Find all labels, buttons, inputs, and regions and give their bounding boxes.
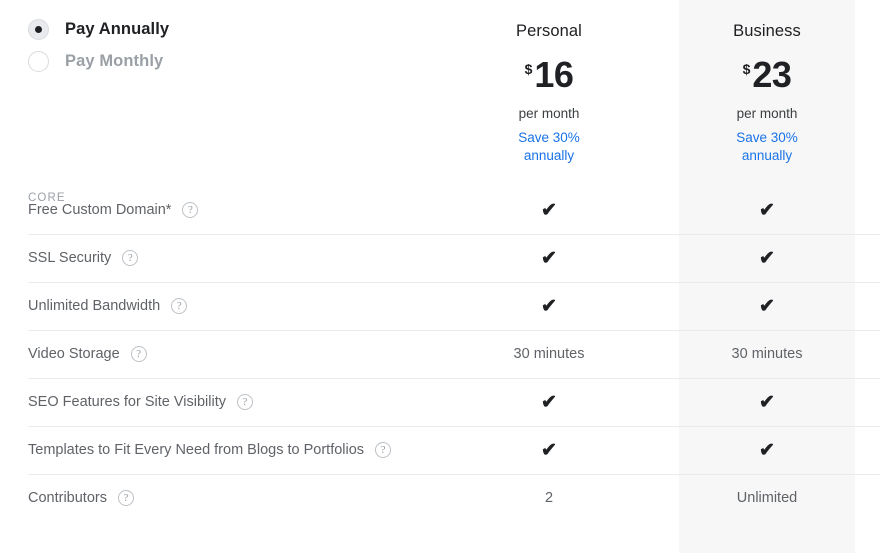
feature-cell-business: ✔ — [679, 297, 855, 316]
price-amount-business: 23 — [752, 54, 792, 95]
feature-name-label: Contributors — [28, 490, 107, 506]
help-icon[interactable]: ? — [375, 442, 392, 458]
feature-cell-personal: ✔ — [461, 297, 637, 316]
price-period-personal: per month — [518, 106, 580, 121]
help-icon[interactable]: ? — [117, 490, 134, 506]
feature-cell-business: ✔ — [679, 249, 855, 268]
table-row: Unlimited Bandwidth? ✔ ✔ — [0, 282, 880, 330]
billing-period-toggle: Pay Annually Pay Monthly — [28, 13, 428, 77]
billing-option-annually-label: Pay Annually — [65, 19, 170, 38]
plan-price-business: $ 23 — [679, 57, 855, 93]
feature-rows: Free Custom Domain*? ✔ ✔ SSL Security? ✔ ✔ Unl… — [0, 186, 880, 522]
feature-name: Templates to Fit Every Need from Blogs t… — [28, 442, 392, 458]
price-amount-personal: 16 — [534, 54, 574, 95]
feature-cell-business: Unlimited — [679, 490, 855, 506]
table-row: SEO Features for Site Visibility? ✔ ✔ — [0, 378, 880, 426]
check-icon: ✔ — [759, 295, 775, 317]
save-note-personal-line2: annually — [523, 148, 575, 164]
feature-name: SEO Features for Site Visibility? — [28, 394, 253, 410]
save-note-personal[interactable]: Save 30% annually — [461, 129, 637, 165]
currency-symbol-business: $ — [742, 61, 751, 77]
check-icon: ✔ — [541, 391, 557, 413]
feature-name: Video Storage? — [28, 346, 147, 362]
plan-header-business: Business $ 23 per month Save 30% annuall… — [679, 0, 855, 165]
feature-cell-value: 2 — [544, 490, 554, 506]
plan-name-business: Business — [733, 22, 801, 40]
pricing-comparison-table: Pay Annually Pay Monthly Personal $ 16 p… — [0, 0, 880, 553]
feature-name-label: Templates to Fit Every Need from Blogs t… — [28, 442, 365, 458]
table-header: Pay Annually Pay Monthly Personal $ 16 p… — [0, 0, 880, 204]
price-period-business: per month — [736, 106, 798, 121]
radio-monthly-icon[interactable] — [28, 50, 49, 72]
check-icon: ✔ — [541, 199, 557, 221]
check-icon: ✔ — [541, 439, 557, 461]
check-icon: ✔ — [759, 199, 775, 221]
help-icon[interactable]: ? — [171, 298, 188, 314]
feature-name: Free Custom Domain*? — [28, 202, 199, 218]
feature-cell-business: ✔ — [679, 393, 855, 412]
feature-name-label: Free Custom Domain* — [28, 202, 172, 218]
plan-header-personal: Personal $ 16 per month Save 30% annuall… — [461, 0, 637, 165]
feature-cell-business: ✔ — [679, 441, 855, 460]
feature-name-label: SSL Security — [28, 250, 112, 266]
table-row: Contributors? 2 Unlimited — [0, 474, 880, 522]
table-row: Free Custom Domain*? ✔ ✔ — [0, 186, 880, 234]
feature-cell-business: ✔ — [679, 201, 855, 220]
feature-cell-personal: ✔ — [461, 441, 637, 460]
feature-cell-personal: 2 — [461, 490, 637, 506]
help-icon[interactable]: ? — [130, 346, 147, 362]
billing-option-monthly-label: Pay Monthly — [65, 51, 164, 70]
feature-cell-personal: 30 minutes — [461, 346, 637, 362]
table-row: Video Storage? 30 minutes 30 minutes — [0, 330, 880, 378]
radio-annually-icon[interactable] — [28, 18, 49, 40]
plan-name-personal: Personal — [516, 22, 582, 40]
table-row: SSL Security? ✔ ✔ — [0, 234, 880, 282]
billing-option-annually[interactable]: Pay Annually — [28, 13, 428, 45]
feature-cell-value: 30 minutes — [513, 346, 585, 362]
save-note-business-line1: Save 30% — [736, 130, 798, 145]
feature-name: Contributors? — [28, 490, 134, 506]
feature-name-label: Unlimited Bandwidth — [28, 298, 161, 314]
feature-name: Unlimited Bandwidth? — [28, 298, 188, 314]
help-icon[interactable]: ? — [236, 394, 253, 410]
save-note-business-line2: annually — [741, 148, 793, 164]
feature-cell-value: 30 minutes — [731, 346, 803, 362]
feature-cell-personal: ✔ — [461, 393, 637, 412]
check-icon: ✔ — [541, 295, 557, 317]
check-icon: ✔ — [759, 391, 775, 413]
check-icon: ✔ — [759, 439, 775, 461]
save-note-business[interactable]: Save 30% annually — [679, 129, 855, 165]
help-icon[interactable]: ? — [122, 250, 139, 266]
feature-cell-value: Unlimited — [736, 490, 798, 506]
table-row: Templates to Fit Every Need from Blogs t… — [0, 426, 880, 474]
currency-symbol-personal: $ — [524, 61, 533, 77]
feature-cell-personal: ✔ — [461, 249, 637, 268]
feature-cell-business: 30 minutes — [679, 346, 855, 362]
help-icon[interactable]: ? — [182, 202, 199, 218]
feature-name-label: SEO Features for Site Visibility — [28, 394, 226, 410]
save-note-personal-line1: Save 30% — [518, 130, 580, 145]
check-icon: ✔ — [541, 247, 557, 269]
billing-option-monthly[interactable]: Pay Monthly — [28, 45, 428, 77]
plan-price-personal: $ 16 — [461, 57, 637, 93]
feature-name-label: Video Storage — [28, 346, 120, 362]
feature-cell-personal: ✔ — [461, 201, 637, 220]
check-icon: ✔ — [759, 247, 775, 269]
feature-name: SSL Security? — [28, 250, 139, 266]
